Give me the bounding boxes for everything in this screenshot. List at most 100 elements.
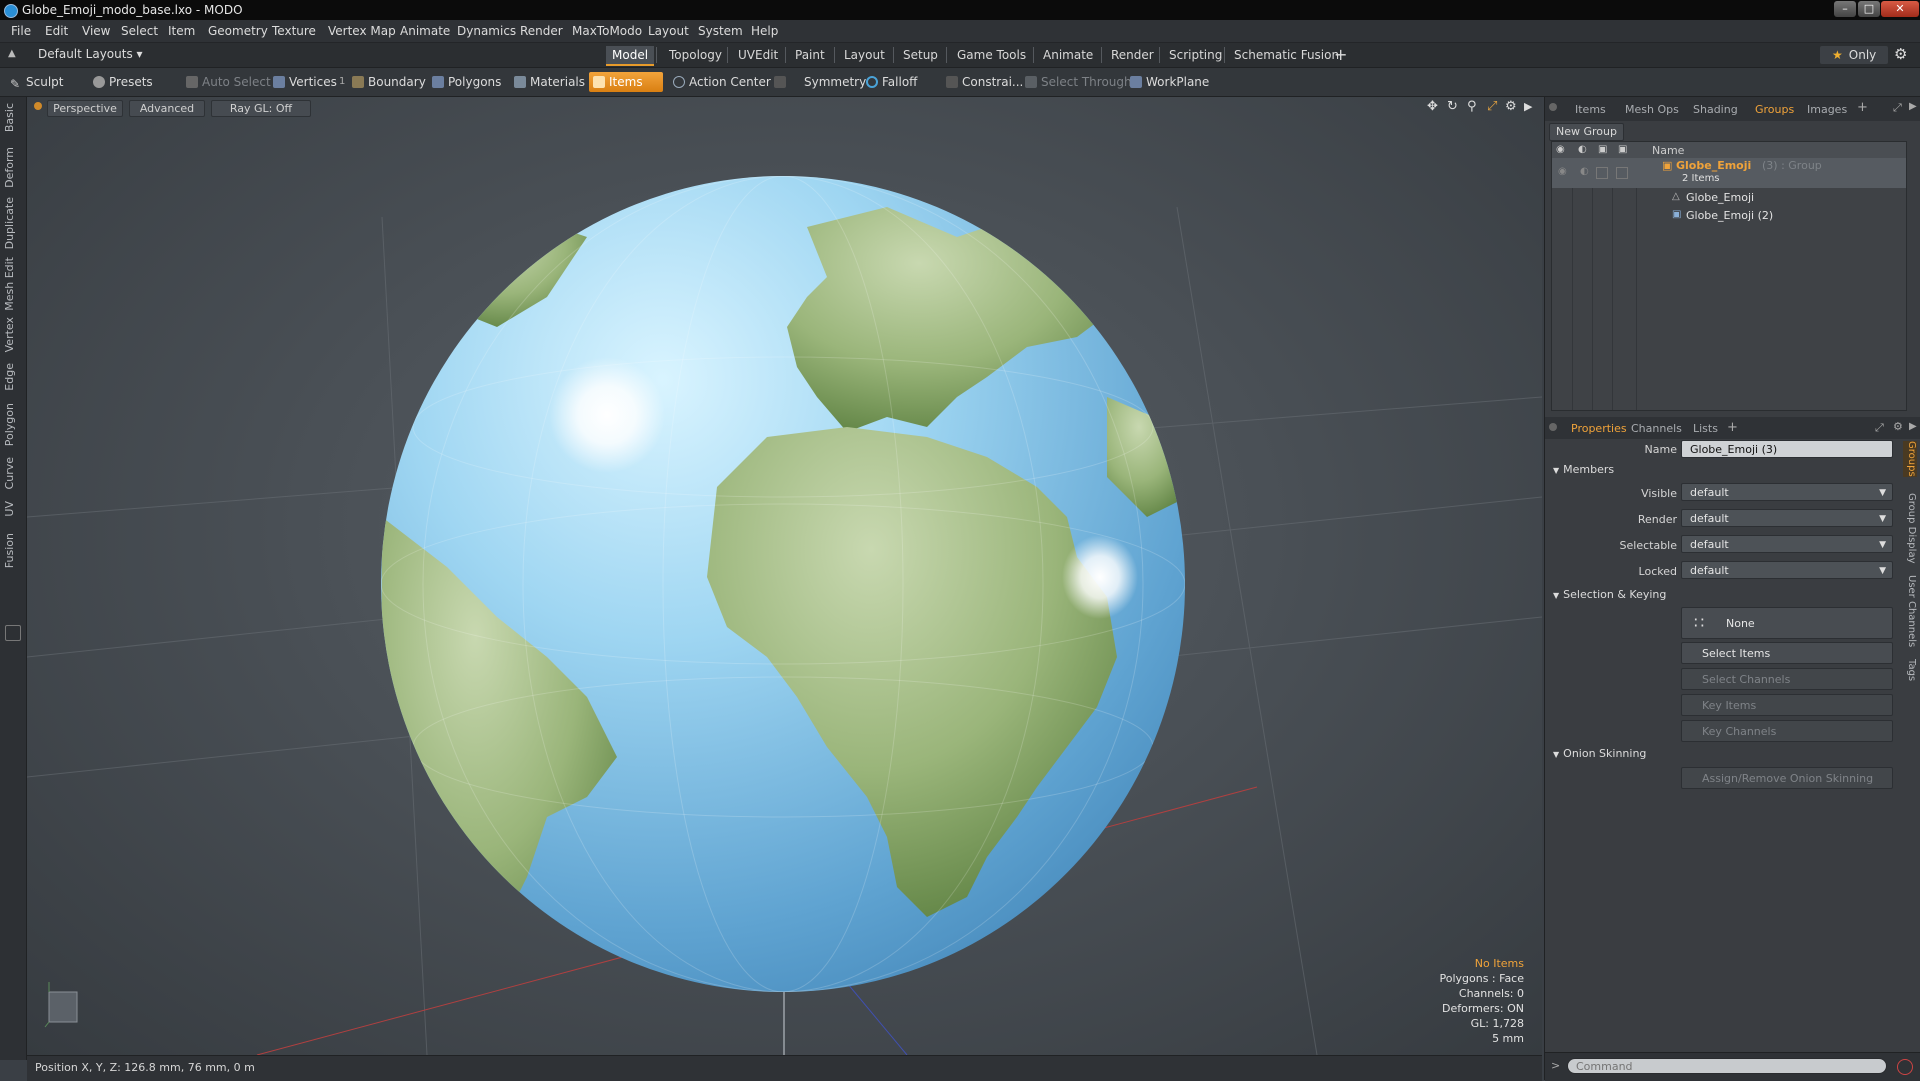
select-items-button[interactable]: Select Items (1681, 642, 1893, 664)
menu-layout[interactable]: Layout (648, 24, 689, 38)
tab-render[interactable]: Render (1105, 46, 1160, 64)
left-tab-deform[interactable]: Deform (3, 147, 21, 188)
presets-button[interactable]: Presets (93, 72, 153, 92)
menu-view[interactable]: View (82, 24, 110, 38)
side-tab-tags[interactable]: Tags (1903, 659, 1917, 681)
raygl-button[interactable]: Ray GL: Off (211, 100, 311, 117)
panel-expand-icon[interactable]: ⤢ (1893, 101, 1902, 115)
menu-edit[interactable]: Edit (45, 24, 68, 38)
tab-mesh-ops[interactable]: Mesh Ops (1619, 102, 1685, 118)
left-tab-basic[interactable]: Basic (3, 103, 21, 132)
key-channels-button[interactable]: Key Channels (1681, 720, 1893, 742)
properties-expand-icon[interactable]: ⤢ (1875, 421, 1884, 435)
menu-select[interactable]: Select (121, 24, 158, 38)
new-group-button[interactable]: New Group (1549, 123, 1624, 141)
items-button[interactable]: Items (589, 72, 663, 92)
selectable-select[interactable]: default ▼ (1681, 535, 1893, 553)
row-select-box[interactable] (1596, 167, 1608, 179)
advanced-button[interactable]: Advanced (129, 100, 205, 117)
viewport-gear-icon[interactable]: ⚙ (1505, 99, 1517, 114)
symmetry-button[interactable]: Symmetry (774, 72, 866, 92)
add-tab-icon[interactable]: + (1334, 45, 1347, 64)
menu-dynamics[interactable]: Dynamics (457, 24, 516, 38)
menu-render[interactable]: Render (520, 24, 563, 38)
group-child-row[interactable]: △ Globe_Emoji (1552, 190, 1906, 206)
left-tab-edge[interactable]: Edge (3, 363, 21, 391)
tab-paint[interactable]: Paint (789, 46, 831, 64)
zoom-icon[interactable]: ⚲ (1467, 99, 1477, 114)
onion-skinning-section[interactable]: ▼ Onion Skinning (1553, 745, 1913, 763)
tab-scripting[interactable]: Scripting (1163, 46, 1228, 64)
properties-panel-menu-icon[interactable] (1549, 423, 1557, 431)
auto-select-button[interactable]: Auto Select (186, 72, 271, 92)
workplane-button[interactable]: WorkPlane (1130, 72, 1209, 92)
tab-lists[interactable]: Lists (1687, 421, 1724, 437)
perspective-button[interactable]: Perspective (47, 100, 123, 117)
vertices-button[interactable]: Vertices (273, 72, 337, 92)
group-row-selected[interactable]: ◉ ◐ ▣ Globe_Emoji (3) : Group 2 Items (1552, 158, 1906, 188)
left-tab-vertex[interactable]: Vertex (3, 317, 21, 352)
onion-skinning-button[interactable]: Assign/Remove Onion Skinning (1681, 767, 1893, 789)
members-section[interactable]: ▼ Members (1553, 461, 1913, 479)
menu-item[interactable]: Item (168, 24, 195, 38)
properties-arrow-icon[interactable]: ▶ (1909, 421, 1917, 432)
tab-images[interactable]: Images (1801, 102, 1853, 118)
render-select[interactable]: default ▼ (1681, 509, 1893, 527)
close-button[interactable]: ✕ (1881, 1, 1919, 17)
menu-help[interactable]: Help (751, 24, 778, 38)
menu-file[interactable]: File (11, 24, 31, 38)
tab-shading[interactable]: Shading (1687, 102, 1744, 118)
menu-system[interactable]: System (698, 24, 743, 38)
tab-layout[interactable]: Layout (838, 46, 891, 64)
group-child-row[interactable]: ▣ Globe_Emoji (2) (1552, 208, 1906, 224)
row-lock-box[interactable] (1616, 167, 1628, 179)
viewport-expand-icon[interactable]: ▶ (1524, 100, 1532, 113)
fit-icon[interactable]: ⤢ (1487, 99, 1497, 114)
name-field[interactable]: Globe_Emoji (3) (1681, 440, 1893, 458)
side-tab-groups[interactable]: Groups (1903, 441, 1917, 477)
materials-button[interactable]: Materials (514, 72, 585, 92)
left-tab-curve[interactable]: Curve (3, 457, 21, 489)
select-channels-button[interactable]: Select Channels (1681, 668, 1893, 690)
boundary-button[interactable]: Boundary (352, 72, 426, 92)
selection-keying-section[interactable]: ▼ Selection & Keying (1553, 586, 1913, 604)
tab-uvedit[interactable]: UVEdit (732, 46, 784, 64)
tab-game-tools[interactable]: Game Tools (951, 46, 1032, 64)
sculpt-button[interactable]: ✎ Sculpt (10, 72, 63, 92)
row-eye-icon[interactable]: ◉ (1558, 166, 1567, 177)
tab-setup[interactable]: Setup (897, 46, 944, 64)
default-layouts-dropdown[interactable]: Default Layouts ▾ (38, 47, 143, 61)
left-tab-uv[interactable]: UV (3, 501, 21, 517)
menu-animate[interactable]: Animate (400, 24, 450, 38)
tab-schematic-fusion[interactable]: Schematic Fusion (1228, 46, 1345, 64)
keying-none-button[interactable]: ∷ None (1681, 607, 1893, 639)
side-tab-group-display[interactable]: Group Display (1903, 493, 1917, 563)
constraints-button[interactable]: Constrai... (946, 72, 1023, 92)
maximize-button[interactable]: □ (1858, 1, 1880, 17)
locked-select[interactable]: default ▼ (1681, 561, 1893, 579)
tab-channels[interactable]: Channels (1625, 421, 1688, 437)
layout-collapse-icon[interactable]: ▲ (8, 48, 16, 59)
polygons-button[interactable]: Polygons (432, 72, 501, 92)
properties-gear-icon[interactable]: ⚙ (1893, 420, 1903, 433)
add-panel-tab-icon[interactable]: + (1857, 100, 1868, 115)
left-tab-mesh-edit[interactable]: Mesh Edit (3, 257, 21, 311)
groups-panel-menu-icon[interactable] (1549, 103, 1557, 111)
3d-viewport[interactable] (27, 97, 1542, 1055)
left-tab-fusion[interactable]: Fusion (3, 533, 21, 568)
menu-geometry[interactable]: Geometry (208, 24, 268, 38)
tab-groups[interactable]: Groups (1749, 102, 1800, 118)
add-properties-tab-icon[interactable]: + (1727, 420, 1738, 435)
viewport-menu-icon[interactable] (34, 102, 42, 110)
tab-properties[interactable]: Properties (1565, 421, 1633, 437)
rotate-icon[interactable]: ↻ (1447, 99, 1458, 114)
tab-animate[interactable]: Animate (1037, 46, 1099, 64)
only-toggle[interactable]: ★ Only (1820, 46, 1888, 64)
visible-select[interactable]: default ▼ (1681, 483, 1893, 501)
select-through-button[interactable]: Select Through (1025, 72, 1132, 92)
panel-arrow-icon[interactable]: ▶ (1909, 101, 1917, 112)
left-tab-polygon[interactable]: Polygon (3, 403, 21, 446)
menu-maxtomodo[interactable]: MaxToModo (572, 24, 642, 38)
left-tab-duplicate[interactable]: Duplicate (3, 197, 21, 249)
action-center-button[interactable]: Action Center (673, 72, 771, 92)
